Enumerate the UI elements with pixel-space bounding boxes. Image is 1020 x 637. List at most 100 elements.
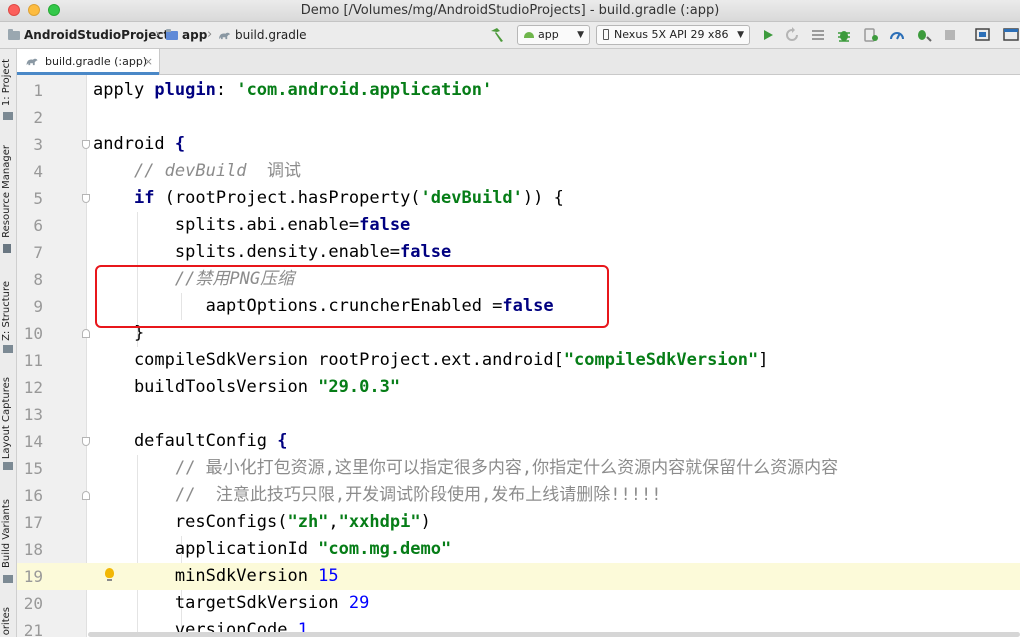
line-number: 15 <box>23 459 43 478</box>
structure-icon <box>3 345 13 353</box>
close-icon[interactable]: × <box>144 49 153 74</box>
breadcrumb-project[interactable]: AndroidStudioProjects <box>8 28 176 42</box>
line-number: 2 <box>33 108 43 127</box>
profile-icon[interactable] <box>888 25 906 45</box>
sdk-manager-icon[interactable] <box>1002 25 1020 45</box>
code-line[interactable]: 15 // 最小化打包资源,这里你可以指定很多内容,你指定什么资源内容就保留什么… <box>17 455 1020 482</box>
code-token: plugin <box>154 80 216 100</box>
chevron-down-icon: ▼ <box>737 30 744 40</box>
fold-toggle[interactable] <box>82 329 90 338</box>
code-token: 'com.android.application' <box>236 80 493 100</box>
code-line[interactable]: 18 applicationId "com.mg.demo" <box>17 536 1020 563</box>
code-text: apply plugin: 'com.android.application' <box>93 77 492 104</box>
editor-tab-bar: build.gradle (:app) × <box>17 49 1020 75</box>
code-text: // 最小化打包资源,这里你可以指定很多内容,你指定什么资源内容就保留什么资源内… <box>93 455 838 482</box>
code-line[interactable]: 4 // devBuild 调试 <box>17 158 1020 185</box>
line-number: 18 <box>23 540 43 559</box>
coverage-icon[interactable] <box>810 25 826 45</box>
breadcrumb-module[interactable]: app <box>166 28 207 42</box>
code-token: splits.abi.enable= <box>93 215 360 235</box>
module-folder-icon <box>166 29 178 40</box>
project-icon <box>3 112 13 120</box>
tab-build-gradle[interactable]: build.gradle (:app) × <box>17 49 160 75</box>
highlight-annotation-box <box>95 265 609 328</box>
fold-toggle[interactable] <box>82 194 90 203</box>
breadcrumb-separator: › <box>155 27 161 42</box>
run-icon[interactable] <box>760 25 776 45</box>
code-text: targetSdkVersion 29 <box>93 590 369 617</box>
code-token: (rootProject.hasProperty( <box>154 188 421 208</box>
code-line[interactable]: 3 android { <box>17 131 1020 158</box>
tool-project[interactable]: 1: Project <box>1 59 16 106</box>
line-number: 7 <box>33 243 43 262</box>
device-select[interactable]: Nexus 5X API 29 x86 ▼ <box>596 25 750 45</box>
code-token: // 注意此技巧只限,开发调试阶段使用,发布上线请删除!!!!! <box>174 485 662 505</box>
code-line[interactable]: 16 // 注意此技巧只限,开发调试阶段使用,发布上线请删除!!!!! <box>17 482 1020 509</box>
line-number: 16 <box>23 486 43 505</box>
code-token: minSdkVersion <box>93 566 319 586</box>
line-number: 6 <box>33 216 43 235</box>
code-line[interactable]: 11 compileSdkVersion rootProject.ext.and… <box>17 347 1020 374</box>
tool-resource-manager[interactable]: Resource Manager <box>1 145 16 238</box>
rerun-icon[interactable] <box>784 25 800 45</box>
code-token: targetSdkVersion <box>93 593 349 613</box>
tool-layout-captures[interactable]: Layout Captures <box>1 377 16 459</box>
fold-toggle[interactable] <box>82 140 90 149</box>
fold-toggle[interactable] <box>82 491 90 500</box>
code-token: if <box>133 188 155 208</box>
code-token: false <box>400 242 452 262</box>
chevron-down-icon: ▼ <box>577 30 584 40</box>
stop-icon[interactable] <box>942 25 958 45</box>
tool-structure[interactable]: Z: Structure <box>1 281 16 341</box>
code-line[interactable]: 6 splits.abi.enable=false <box>17 212 1020 239</box>
code-token: android <box>93 134 175 154</box>
gradle-icon <box>26 58 38 66</box>
code-line[interactable]: 12 buildToolsVersion "29.0.3" <box>17 374 1020 401</box>
code-token: 调试 <box>246 161 302 181</box>
breadcrumb-file[interactable]: build.gradle <box>218 28 307 42</box>
line-number: 4 <box>33 162 43 181</box>
lightbulb-icon[interactable] <box>105 568 114 581</box>
line-number: 3 <box>33 135 43 154</box>
apply-changes-icon[interactable] <box>914 25 932 45</box>
tool-favorites[interactable]: orites <box>1 607 16 635</box>
breadcrumb-separator: › <box>207 27 213 42</box>
code-line[interactable]: 5 if (rootProject.hasProperty('devBuild'… <box>17 185 1020 212</box>
code-line[interactable]: 19 minSdkVersion 15 <box>17 563 1020 590</box>
code-line[interactable]: 17 resConfigs("zh","xxhdpi") <box>17 509 1020 536</box>
horizontal-scrollbar[interactable] <box>88 632 1020 637</box>
code-line[interactable]: 13 <box>17 401 1020 428</box>
debug-icon[interactable] <box>836 25 852 45</box>
code-token: { <box>277 431 288 451</box>
line-number: 14 <box>23 432 43 451</box>
code-text: defaultConfig { <box>93 428 288 455</box>
code-line[interactable]: 20 targetSdkVersion 29 <box>17 590 1020 617</box>
device-manager-icon[interactable] <box>974 25 992 45</box>
tool-build-variants[interactable]: Build Variants <box>1 499 16 568</box>
tool-window-strip: 1: Project Resource Manager Z: Structure… <box>0 49 17 637</box>
line-number: 9 <box>33 297 43 316</box>
code-line[interactable]: 14 defaultConfig { <box>17 428 1020 455</box>
code-token: : <box>215 80 237 100</box>
code-text: if (rootProject.hasProperty('devBuild'))… <box>93 185 564 212</box>
line-number: 5 <box>33 189 43 208</box>
code-line[interactable]: 7 splits.density.enable=false <box>17 239 1020 266</box>
code-text: applicationId "com.mg.demo" <box>93 536 451 563</box>
line-number: 19 <box>23 567 43 586</box>
code-token: applicationId <box>93 539 319 559</box>
hammer-icon[interactable] <box>488 25 506 45</box>
attach-debugger-icon[interactable] <box>862 25 880 45</box>
code-token: "compileSdkVersion" <box>563 350 759 370</box>
code-token: apply <box>93 80 155 100</box>
fold-toggle[interactable] <box>82 437 90 446</box>
code-token: 15 <box>318 566 339 586</box>
line-number: 12 <box>23 378 43 397</box>
gradle-icon <box>219 32 230 40</box>
code-line[interactable]: 2 <box>17 104 1020 131</box>
run-configuration-select[interactable]: app ▼ <box>517 25 590 45</box>
code-text: minSdkVersion 15 <box>93 563 339 590</box>
code-editor[interactable]: 1 apply plugin: 'com.android.application'… <box>17 75 1020 637</box>
code-token: "xxhdpi" <box>338 512 421 532</box>
code-line[interactable]: 1 apply plugin: 'com.android.application' <box>17 77 1020 104</box>
